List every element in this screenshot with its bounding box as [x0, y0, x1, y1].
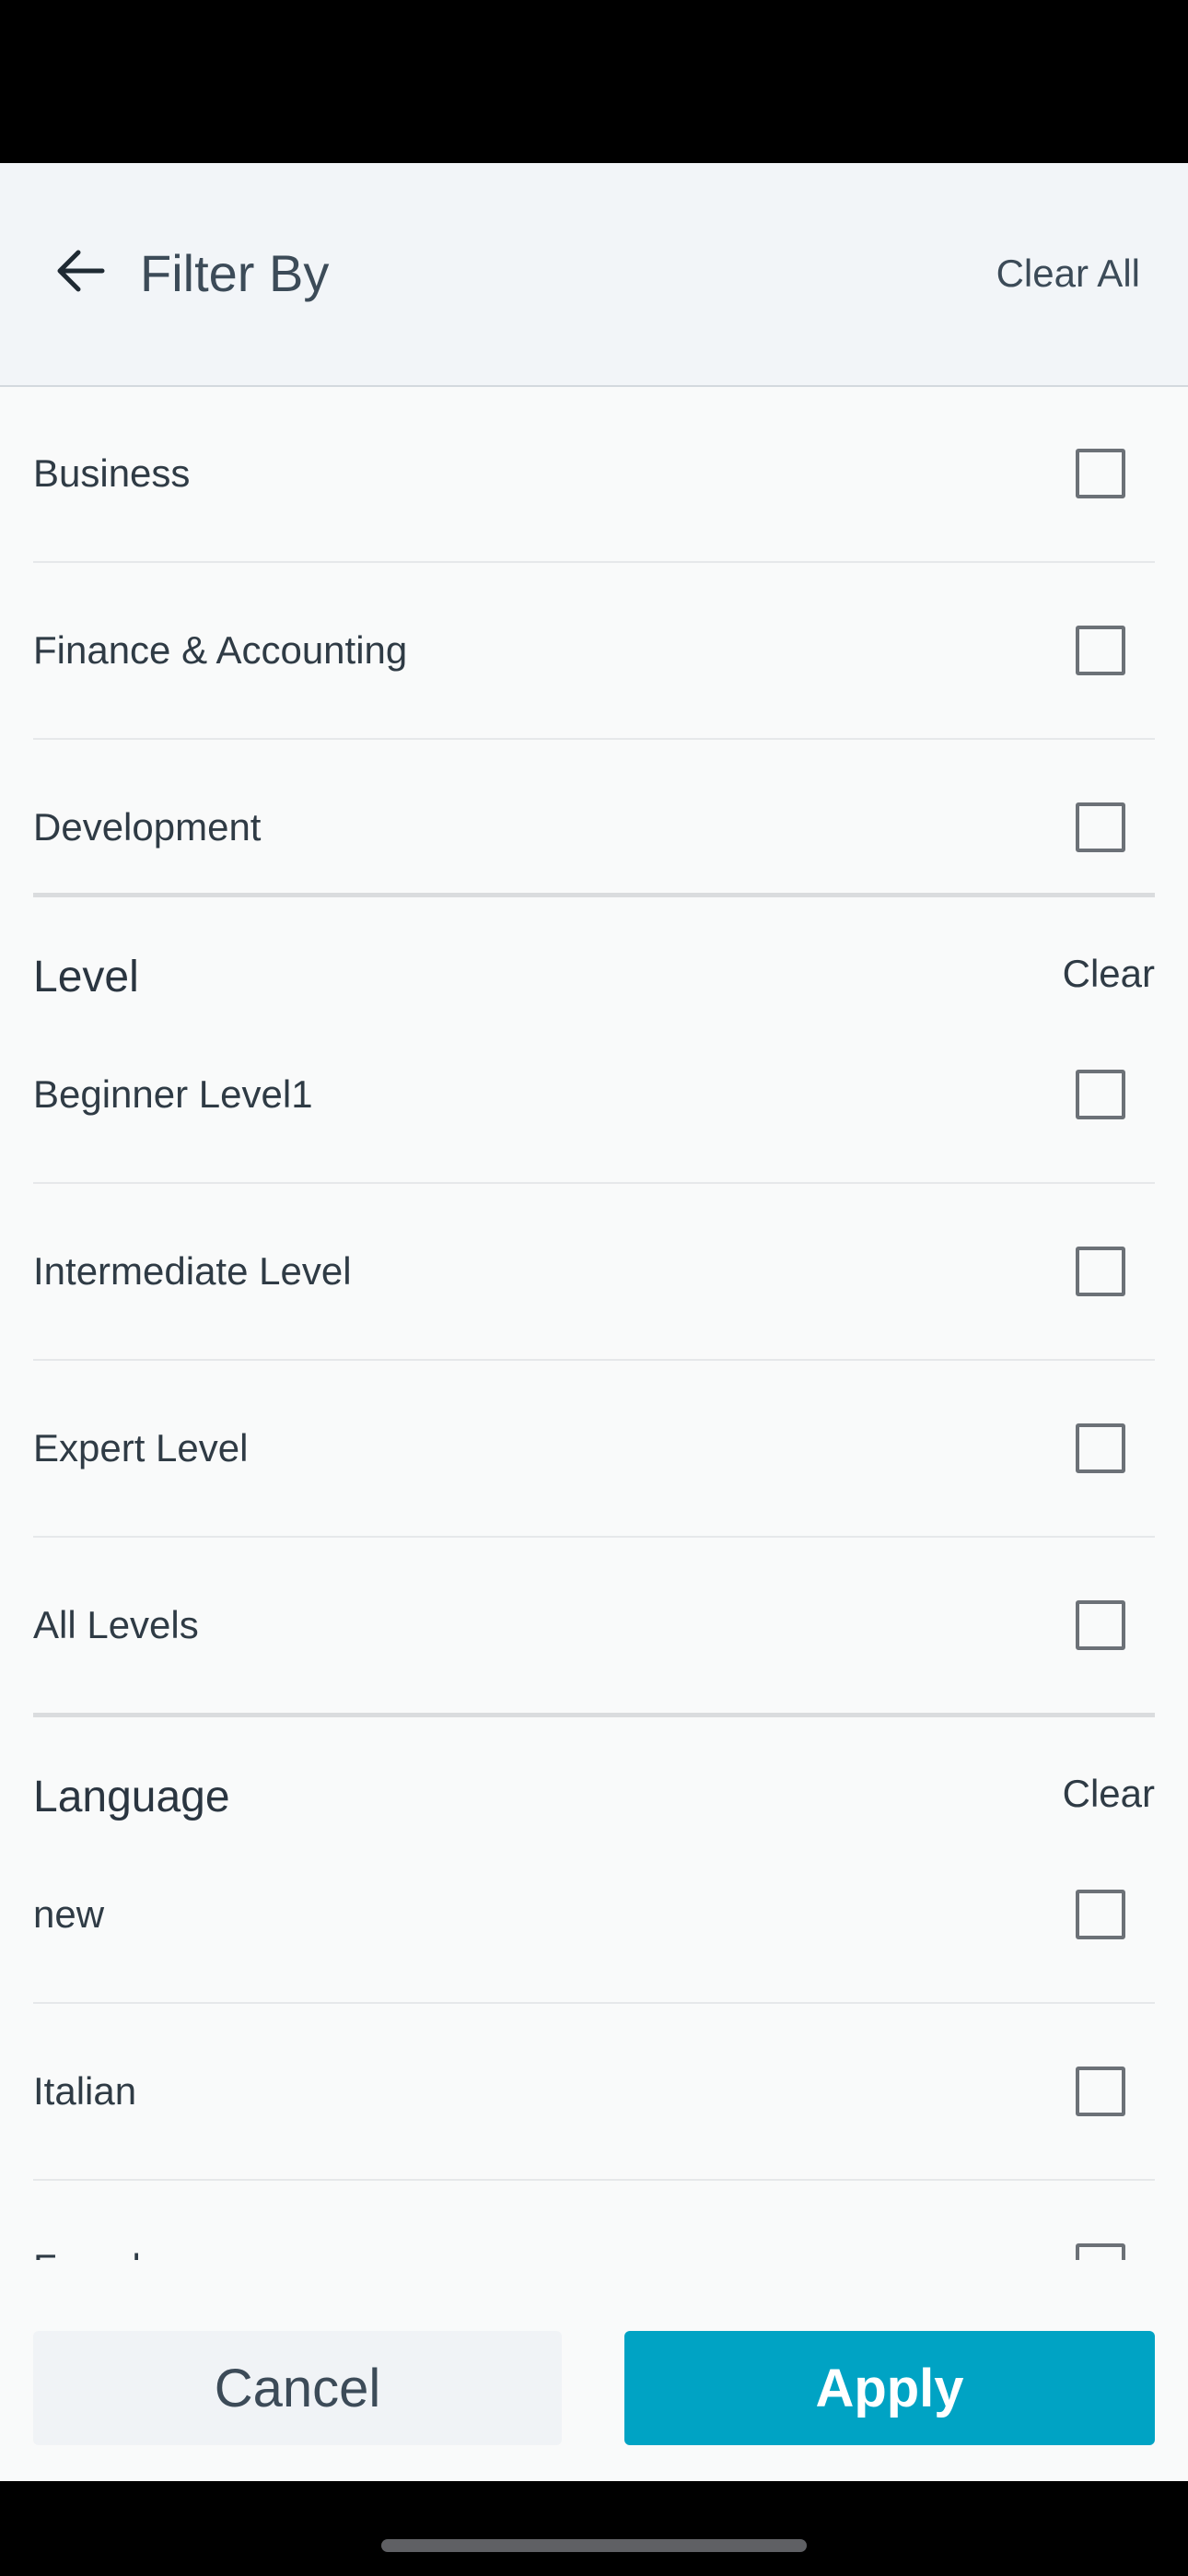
list-item-new[interactable]: new — [33, 1827, 1155, 2004]
apply-button[interactable]: Apply — [624, 2331, 1155, 2445]
list-item-label: Finance & Accounting — [33, 628, 408, 672]
checkbox[interactable] — [1076, 1070, 1125, 1119]
level-clear-button[interactable]: Clear — [1063, 949, 1155, 999]
section-title-language: Language — [33, 1773, 230, 1821]
list-item-label: Beginner Level1 — [33, 1072, 313, 1116]
list-item-label: Intermediate Level — [33, 1249, 352, 1293]
list-item-business[interactable]: Business — [33, 388, 1155, 563]
checkbox[interactable] — [1076, 1600, 1125, 1650]
list-item-finance[interactable]: Finance & Accounting — [33, 563, 1155, 740]
filter-screen: Filter By Clear All Business Finance & A… — [0, 0, 1188, 2576]
list-item-label: Business — [33, 451, 191, 495]
status-bar — [0, 0, 1188, 163]
home-indicator[interactable] — [381, 2539, 807, 2552]
section-title-level: Level — [33, 953, 139, 1001]
list-item-label: Italian — [33, 2069, 137, 2113]
list-item-all-levels[interactable]: All Levels — [33, 1538, 1155, 1715]
list-item-expert[interactable]: Expert Level — [33, 1361, 1155, 1538]
clear-all-button[interactable]: Clear All — [996, 249, 1140, 299]
checkbox[interactable] — [1076, 449, 1125, 498]
list-item-label: Expert Level — [33, 1426, 249, 1469]
filter-list[interactable]: Business Finance & Accounting Developmen… — [0, 388, 1188, 2260]
list-item-development[interactable]: Development — [33, 740, 1155, 917]
checkbox[interactable] — [1076, 1247, 1125, 1296]
section-divider — [33, 1713, 1155, 1717]
list-item-italian[interactable]: Italian — [33, 2004, 1155, 2181]
navigation-bar — [0, 2481, 1188, 2576]
list-item-french[interactable]: French — [33, 2181, 1155, 2260]
checkbox[interactable] — [1076, 802, 1125, 852]
arrow-left-icon — [57, 250, 105, 292]
page-title: Filter By — [140, 244, 330, 302]
checkbox[interactable] — [1076, 1423, 1125, 1473]
checkbox[interactable] — [1076, 2243, 1125, 2260]
section-divider — [33, 893, 1155, 897]
list-item-label: new — [33, 1892, 105, 1936]
language-clear-button[interactable]: Clear — [1063, 1769, 1155, 1819]
checkbox[interactable] — [1076, 2067, 1125, 2116]
list-item-label: French — [33, 2181, 154, 2260]
cancel-button[interactable]: Cancel — [33, 2331, 562, 2445]
list-item-label: Development — [33, 805, 262, 849]
list-item-intermediate[interactable]: Intermediate Level — [33, 1184, 1155, 1361]
checkbox[interactable] — [1076, 1890, 1125, 1939]
back-button[interactable] — [46, 237, 114, 305]
list-item-beginner[interactable]: Beginner Level1 — [33, 1007, 1155, 1184]
list-item-label: All Levels — [33, 1603, 199, 1646]
checkbox[interactable] — [1076, 626, 1125, 675]
